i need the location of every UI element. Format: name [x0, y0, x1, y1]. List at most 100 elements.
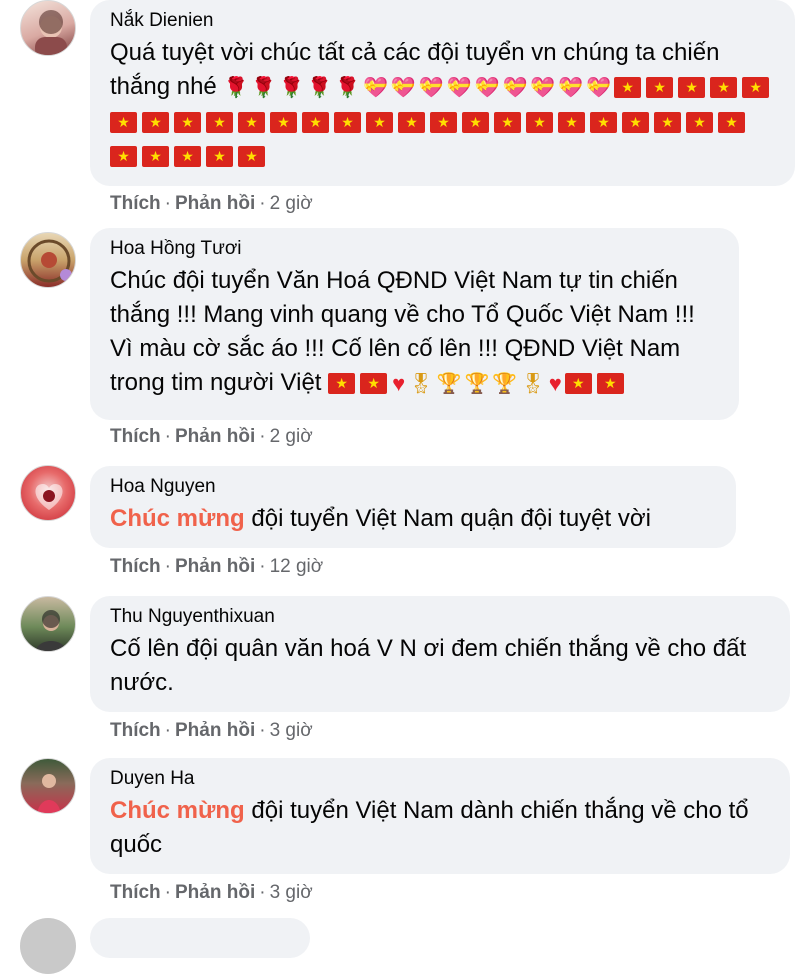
avatar-photo-icon [35, 610, 67, 651]
author-name[interactable]: Nắk Dienien [110, 8, 775, 34]
trophy-icon: 🏆 [436, 372, 462, 395]
vietnam-flag-icon [142, 111, 169, 133]
rose-icon: 🌹 [223, 76, 249, 99]
comment-body: đội tuyển Việt Nam quận đội tuyệt vời [251, 505, 651, 532]
separator: · [259, 193, 266, 214]
reply-link[interactable]: Phản hồi [175, 882, 255, 903]
heart-icon: ♥ [392, 370, 406, 396]
vietnam-flag-icon [270, 111, 297, 133]
vietnam-flag-icon [328, 373, 356, 395]
vietnam-flag-icon [398, 111, 425, 133]
vietnam-flag-icon [710, 77, 738, 99]
author-name[interactable]: Hoa Hồng Tươi [110, 236, 719, 262]
next-comment-bubble [90, 918, 310, 958]
comment-actions: Thích · Phản hồi · 12 giờ [110, 556, 323, 578]
avatar[interactable] [20, 465, 76, 521]
separator: · [259, 556, 266, 577]
vietnam-flag-icon [238, 145, 265, 167]
highlight-text[interactable]: Chúc mừng [110, 505, 245, 532]
comment-bubble: Hoa Nguyen Chúc mừng đội tuyển Việt Nam … [90, 466, 736, 548]
comment-bubble: Nắk Dienien Quá tuyệt vời chúc tất cả cá… [90, 0, 795, 186]
vietnam-flag-icon [742, 77, 770, 99]
rose-icon: 🌹 [307, 76, 333, 99]
trophy-icon: 🏆 [492, 372, 518, 395]
timestamp[interactable]: 2 giờ [270, 426, 313, 447]
vietnam-flag-icon [206, 145, 233, 167]
vietnam-flag-icon [614, 77, 642, 99]
avatar[interactable] [20, 596, 76, 652]
reply-link[interactable]: Phản hồi [175, 193, 255, 214]
reply-link[interactable]: Phản hồi [175, 426, 255, 447]
vietnam-flag-icon [646, 77, 674, 99]
comment-text: Chúc mừng đội tuyển Việt Nam dành chiến … [110, 794, 770, 862]
vietnam-flag-icon [678, 77, 706, 99]
vietnam-flag-icon [462, 111, 489, 133]
like-link[interactable]: Thích [110, 426, 161, 447]
vietnam-flag-icon [142, 145, 169, 167]
vietnam-flag-icon [622, 111, 649, 133]
vietnam-flag-icon [564, 373, 592, 395]
highlight-text[interactable]: Chúc mừng [110, 797, 245, 824]
like-link[interactable]: Thích [110, 882, 161, 903]
separator: · [164, 426, 171, 447]
separator: · [164, 193, 171, 214]
vietnam-flag-icon [174, 145, 201, 167]
avatar-photo-icon [35, 10, 67, 55]
reply-link[interactable]: Phản hồi [175, 556, 255, 577]
timestamp[interactable]: 3 giờ [270, 720, 313, 741]
avatar[interactable] [20, 232, 76, 288]
comment-text: Cố lên đội quân văn hoá V N ơi đem chiến… [110, 632, 770, 700]
like-link[interactable]: Thích [110, 193, 161, 214]
vietnam-flag-icon [430, 111, 457, 133]
vietnam-flag-icon [558, 111, 585, 133]
separator: · [164, 882, 171, 903]
timestamp[interactable]: 3 giờ [270, 882, 313, 903]
vietnam-flag-icon [206, 111, 233, 133]
gift-icon: 💝 [418, 76, 444, 99]
vietnam-flag-icon [334, 111, 361, 133]
separator: · [164, 720, 171, 741]
gift-icon: 💝 [586, 76, 612, 99]
vietnam-flag-icon [494, 111, 521, 133]
vietnam-flag-icon [654, 111, 681, 133]
vietnam-flag-icon [596, 373, 624, 395]
author-name[interactable]: Thu Nguyenthixuan [110, 604, 770, 630]
vietnam-flag-icon [526, 111, 553, 133]
gift-icon: 💝 [530, 76, 556, 99]
comment-bubble: Duyen Ha Chúc mừng đội tuyển Việt Nam dà… [90, 758, 790, 874]
vietnam-flag-icon [110, 111, 137, 133]
gift-icon: 💝 [558, 76, 584, 99]
avatar-photo-icon [27, 239, 72, 283]
gift-icon: 💝 [362, 76, 388, 99]
timestamp[interactable]: 12 giờ [270, 556, 324, 577]
medal-icon: 🎖 [520, 372, 546, 395]
vietnam-flag-icon [302, 111, 329, 133]
next-comment-avatar[interactable] [20, 918, 76, 974]
vietnam-flag-icon [110, 145, 137, 167]
avatar[interactable] [20, 758, 76, 814]
rose-icon: 🌹 [335, 76, 360, 99]
gift-icon: 💝 [390, 76, 416, 99]
avatar-photo-icon [37, 774, 61, 813]
reply-link[interactable]: Phản hồi [175, 720, 255, 741]
trophy-icon: 🏆 [464, 372, 490, 395]
comment-bubble: Hoa Hồng Tươi Chúc đội tuyển Văn Hoá QĐN… [90, 228, 739, 420]
rose-icon: 🌹 [251, 76, 277, 99]
gift-icon: 💝 [474, 76, 500, 99]
medal-icon: 🎖 [408, 372, 434, 395]
timestamp[interactable]: 2 giờ [270, 193, 313, 214]
like-link[interactable]: Thích [110, 556, 161, 577]
author-name[interactable]: Duyen Ha [110, 766, 770, 792]
rose-icon: 🌹 [279, 76, 305, 99]
comment-actions: Thích · Phản hồi · 2 giờ [110, 193, 313, 215]
author-name[interactable]: Hoa Nguyen [110, 474, 716, 500]
heart-icon: ♥ [548, 370, 562, 396]
vietnam-flag-icon [360, 373, 388, 395]
comment-actions: Thích · Phản hồi · 3 giờ [110, 882, 313, 904]
comment-text: Chúc mừng đội tuyển Việt Nam quận đội tu… [110, 502, 716, 536]
separator: · [259, 882, 266, 903]
vietnam-flag-icon [686, 111, 713, 133]
like-link[interactable]: Thích [110, 720, 161, 741]
avatar[interactable] [20, 0, 76, 56]
vietnam-flag-icon [174, 111, 201, 133]
